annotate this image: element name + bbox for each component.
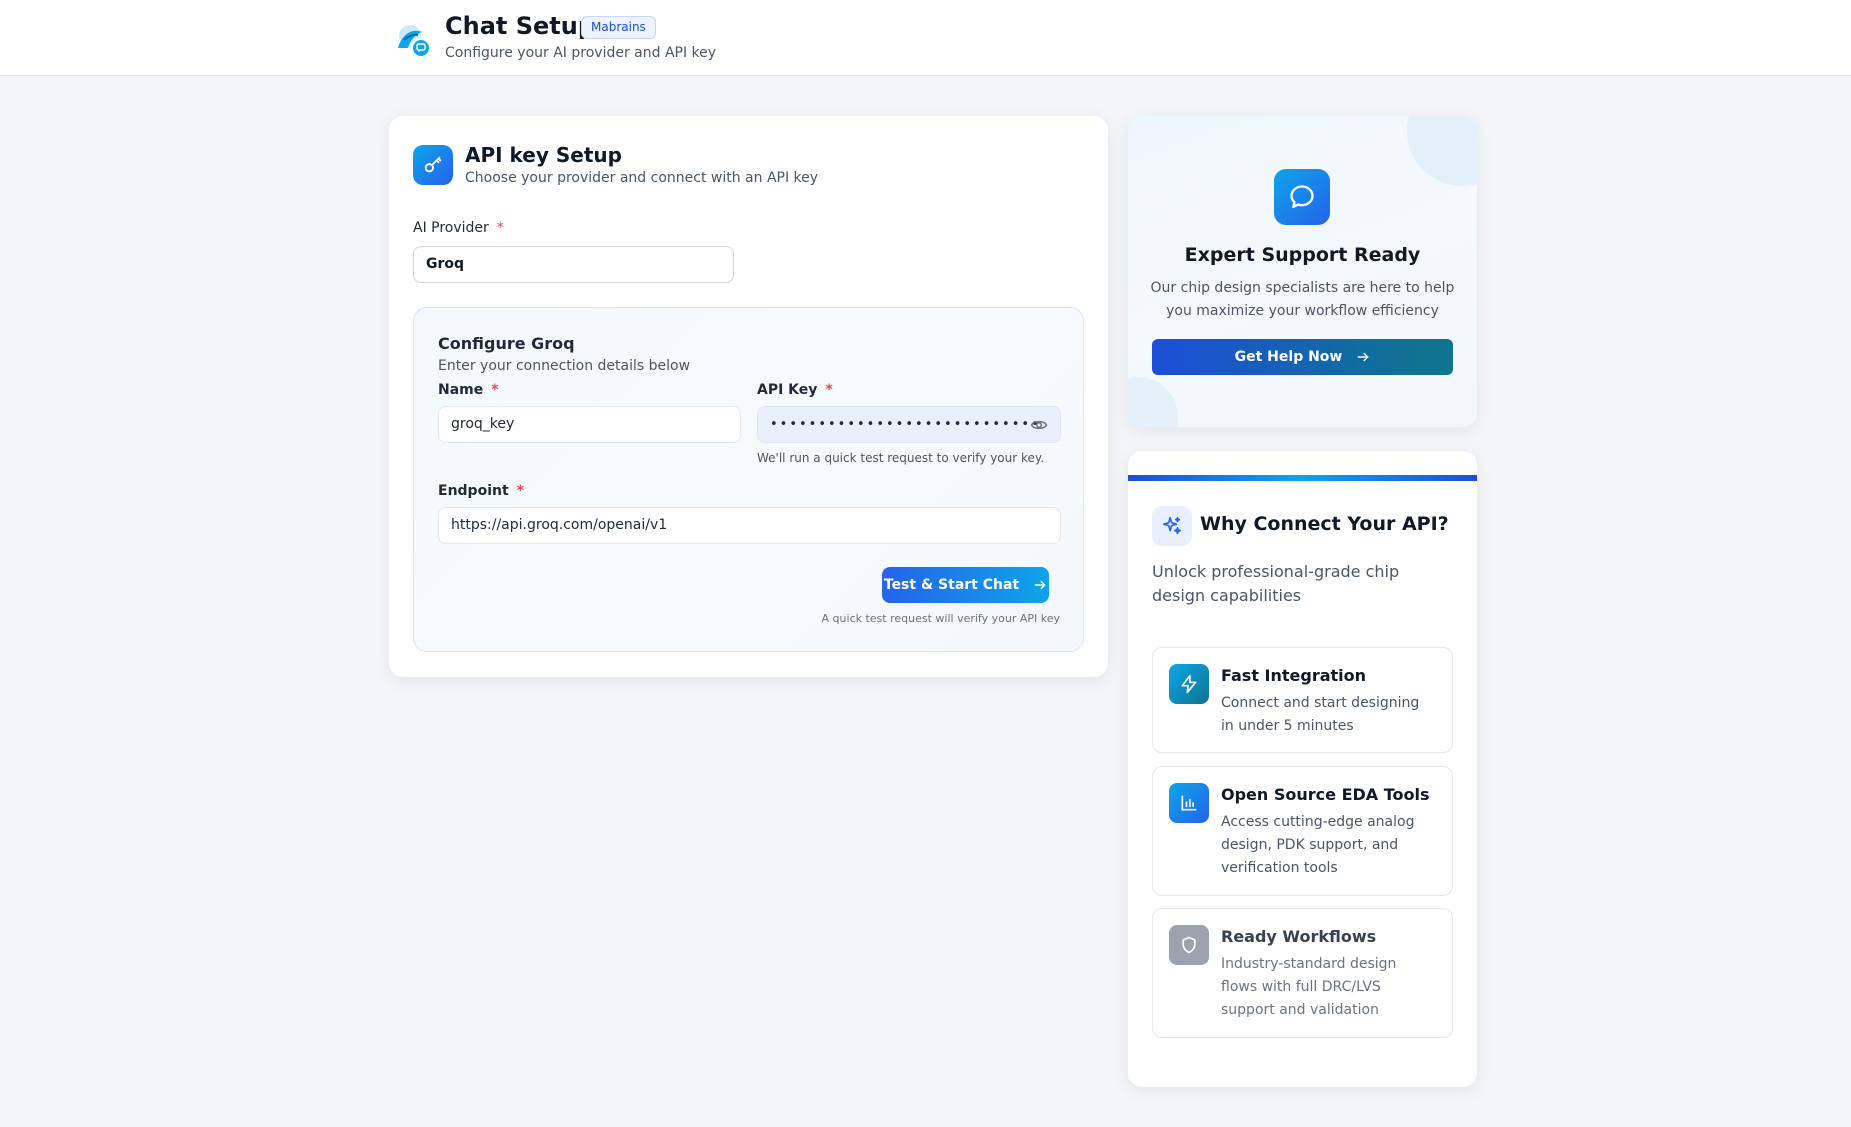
feature-title: Ready Workflows (1221, 927, 1377, 946)
accent-bar (1128, 475, 1477, 481)
why-connect-card: Why Connect Your API? Unlock professiona… (1128, 451, 1477, 1087)
feature-description: Connect and start designing in under 5 m… (1221, 695, 1420, 734)
sparkles-icon (1152, 506, 1192, 546)
feature-title: Fast Integration (1221, 666, 1367, 685)
required-asterisk: * (496, 220, 504, 236)
api-key-field[interactable]: •••••••••••••••••••••••••••• (757, 406, 1061, 443)
name-field[interactable]: groq_key (438, 406, 741, 443)
support-description: Our chip design specialists are here to … (1150, 280, 1455, 319)
app-title: Chat Setup (445, 12, 596, 40)
api-key-setup-card: API key Setup Choose your provider and c… (389, 116, 1108, 677)
shield-icon (1169, 925, 1209, 965)
feature-description: Industry-standard design flows with full… (1221, 956, 1397, 1018)
get-help-button[interactable]: Get Help Now (1152, 339, 1453, 375)
config-panel: Configure Groq Enter your connection det… (413, 307, 1084, 652)
feature-card-open-source-eda: Open Source EDA Tools Access cutting-edg… (1152, 766, 1453, 896)
app-logo-icon (390, 18, 434, 62)
arrow-right-icon (1034, 580, 1046, 590)
api-key-label-text: API Key (757, 382, 818, 398)
name-label: Name * (438, 382, 499, 398)
why-title: Why Connect Your API? (1200, 513, 1449, 535)
get-help-label: Get Help Now (1234, 349, 1343, 365)
config-title: Configure Groq (438, 334, 575, 353)
why-subtitle: Unlock professional-grade chip design ca… (1152, 562, 1400, 605)
card-subtitle: Choose your provider and connect with an… (465, 170, 819, 186)
decorative-circle (1128, 377, 1178, 427)
provider-select[interactable]: Groq (413, 246, 734, 283)
api-key-label: API Key * (757, 382, 833, 398)
decorative-circle (1407, 116, 1477, 186)
card-title: API key Setup (465, 143, 622, 167)
provider-label-text: AI Provider (413, 220, 489, 236)
api-key-hint: We'll run a quick test request to verify… (757, 451, 1045, 465)
feature-description: Access cutting-edge analog design, PDK s… (1221, 814, 1415, 876)
required-asterisk: * (491, 382, 499, 398)
endpoint-label-text: Endpoint (438, 483, 509, 499)
key-icon (413, 145, 453, 185)
arrow-right-icon (1357, 352, 1370, 362)
endpoint-label: Endpoint * (438, 483, 524, 499)
name-label-text: Name (438, 382, 484, 398)
bar-chart-icon (1169, 783, 1209, 823)
eye-icon[interactable] (1030, 416, 1048, 434)
submit-hint: A quick test request will verify your AP… (821, 612, 1060, 625)
api-key-masked: •••••••••••••••••••••••••••• (770, 417, 1041, 432)
feature-card-ready-workflows: Ready Workflows Industry-standard design… (1152, 908, 1453, 1038)
app-subtitle: Configure your AI provider and API key (445, 45, 717, 61)
test-start-chat-button[interactable]: Test & Start Chat (882, 567, 1049, 603)
expert-support-card: Expert Support Ready Our chip design spe… (1128, 116, 1477, 427)
provider-label: AI Provider * (413, 220, 504, 236)
config-subtitle: Enter your connection details below (438, 358, 691, 374)
required-asterisk: * (516, 483, 524, 499)
endpoint-field[interactable]: https://api.groq.com/openai/v1 (438, 507, 1061, 544)
top-header: Chat Setup Mabrains Configure your AI pr… (0, 0, 1851, 76)
chat-bubble-icon (1274, 169, 1330, 225)
support-title: Expert Support Ready (1184, 244, 1421, 266)
required-asterisk: * (825, 382, 833, 398)
test-start-chat-label: Test & Start Chat (883, 577, 1020, 593)
org-badge: Mabrains (581, 16, 656, 39)
feature-title: Open Source EDA Tools (1221, 785, 1430, 804)
lightning-icon (1169, 664, 1209, 704)
feature-card-fast-integration: Fast Integration Connect and start desig… (1152, 647, 1453, 753)
